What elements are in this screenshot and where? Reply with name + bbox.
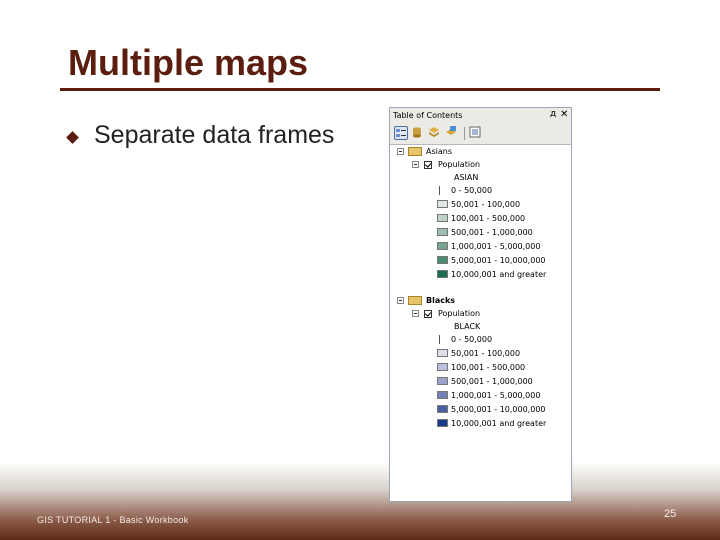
- legend-class-label: 0 - 50,000: [451, 335, 493, 344]
- legend-class-label: 5,000,001 - 10,000,000: [451, 256, 546, 265]
- legend-class-row: 500,001 - 1,000,000: [390, 227, 571, 239]
- legend-class-row: 1,000,001 - 5,000,000: [390, 390, 571, 402]
- footer-band: [0, 462, 720, 540]
- legend-class-label: 100,001 - 500,000: [451, 214, 526, 223]
- table-of-contents-panel: Table of Contents д ✕ Asians Population …: [389, 107, 572, 502]
- legend-swatch: [437, 228, 448, 236]
- legend-class-label: 1,000,001 - 5,000,000: [451, 391, 541, 400]
- legend-swatch: [437, 349, 448, 357]
- legend-class-row: 10,000,001 and greater: [390, 418, 571, 430]
- legend-swatch: [437, 256, 448, 264]
- legend-swatch: [437, 200, 448, 208]
- toc-title: Table of Contents: [393, 111, 463, 120]
- legend-swatch: [439, 186, 440, 195]
- legend-class-row: 100,001 - 500,000: [390, 362, 571, 374]
- list-by-source-icon[interactable]: [411, 126, 425, 140]
- bullet-diamond-icon: [66, 131, 79, 144]
- legend-class-row: 50,001 - 100,000: [390, 199, 571, 211]
- legend-class-row: 500,001 - 1,000,000: [390, 376, 571, 388]
- layer-row[interactable]: Population: [390, 159, 571, 171]
- layer-name[interactable]: Population: [438, 160, 480, 169]
- slide-title: Multiple maps: [68, 42, 309, 83]
- field-heading-row: ASIAN: [390, 172, 571, 184]
- list-by-visibility-icon[interactable]: [428, 126, 442, 140]
- legend-class-label: 50,001 - 100,000: [451, 349, 521, 358]
- toc-titlebar: Table of Contents д ✕: [390, 108, 571, 124]
- collapse-icon[interactable]: [412, 161, 419, 168]
- legend-swatch: [437, 363, 448, 371]
- close-icon[interactable]: ✕: [560, 109, 568, 120]
- legend-swatch: [437, 377, 448, 385]
- legend-class-row: 0 - 50,000: [390, 334, 571, 346]
- legend-class-row: 100,001 - 500,000: [390, 213, 571, 225]
- legend-class-label: 0 - 50,000: [451, 186, 493, 195]
- legend-swatch: [437, 242, 448, 250]
- legend-class-label: 50,001 - 100,000: [451, 200, 521, 209]
- list-by-drawing-order-icon[interactable]: [394, 126, 408, 140]
- legend-class-row: 5,000,001 - 10,000,000: [390, 255, 571, 267]
- legend-class-label: 500,001 - 1,000,000: [451, 377, 533, 386]
- layer-name[interactable]: Population: [438, 309, 480, 318]
- data-frame-icon: [408, 296, 422, 305]
- options-icon[interactable]: [469, 126, 483, 140]
- layer-visibility-checkbox[interactable]: [424, 161, 432, 169]
- legend-class-label: 5,000,001 - 10,000,000: [451, 405, 546, 414]
- auto-hide-pin-icon[interactable]: д: [550, 109, 556, 119]
- collapse-icon[interactable]: [412, 310, 419, 317]
- field-heading-row: BLACK: [390, 321, 571, 333]
- legend-class-row: 5,000,001 - 10,000,000: [390, 404, 571, 416]
- layer-visibility-checkbox[interactable]: [424, 310, 432, 318]
- toolbar-separator: [464, 127, 465, 140]
- data-frame-name[interactable]: Asians: [426, 147, 452, 156]
- legend-class-label: 1,000,001 - 5,000,000: [451, 242, 541, 251]
- title-underline: [60, 88, 660, 91]
- legend-class-label: 500,001 - 1,000,000: [451, 228, 533, 237]
- legend-class-label: 10,000,001 and greater: [451, 419, 547, 428]
- footer-text: GIS TUTORIAL 1 - Basic Workbook: [37, 515, 189, 525]
- collapse-icon[interactable]: [397, 148, 404, 155]
- list-by-selection-icon[interactable]: [445, 126, 459, 140]
- legend-swatch: [437, 405, 448, 413]
- legend-swatch: [437, 419, 448, 427]
- page-number: 25: [664, 508, 677, 520]
- classification-field: ASIAN: [454, 173, 479, 182]
- data-frame-row[interactable]: Asians: [390, 146, 571, 158]
- legend-swatch: [437, 391, 448, 399]
- data-frame-icon: [408, 147, 422, 156]
- legend-class-label: 10,000,001 and greater: [451, 270, 547, 279]
- legend-class-row: 1,000,001 - 5,000,000: [390, 241, 571, 253]
- legend-class-label: 100,001 - 500,000: [451, 363, 526, 372]
- legend-swatch: [437, 214, 448, 222]
- legend-class-row: 50,001 - 100,000: [390, 348, 571, 360]
- legend-class-row: 0 - 50,000: [390, 185, 571, 197]
- data-frame-row[interactable]: Blacks: [390, 295, 571, 307]
- legend-class-row: 10,000,001 and greater: [390, 269, 571, 281]
- toc-toolbar: [390, 124, 571, 145]
- classification-field: BLACK: [454, 322, 481, 331]
- data-frame-name[interactable]: Blacks: [426, 296, 455, 305]
- legend-swatch: [439, 335, 440, 344]
- legend-swatch: [437, 270, 448, 278]
- layer-row[interactable]: Population: [390, 308, 571, 320]
- collapse-icon[interactable]: [397, 297, 404, 304]
- bullet-text: Separate data frames: [94, 121, 335, 149]
